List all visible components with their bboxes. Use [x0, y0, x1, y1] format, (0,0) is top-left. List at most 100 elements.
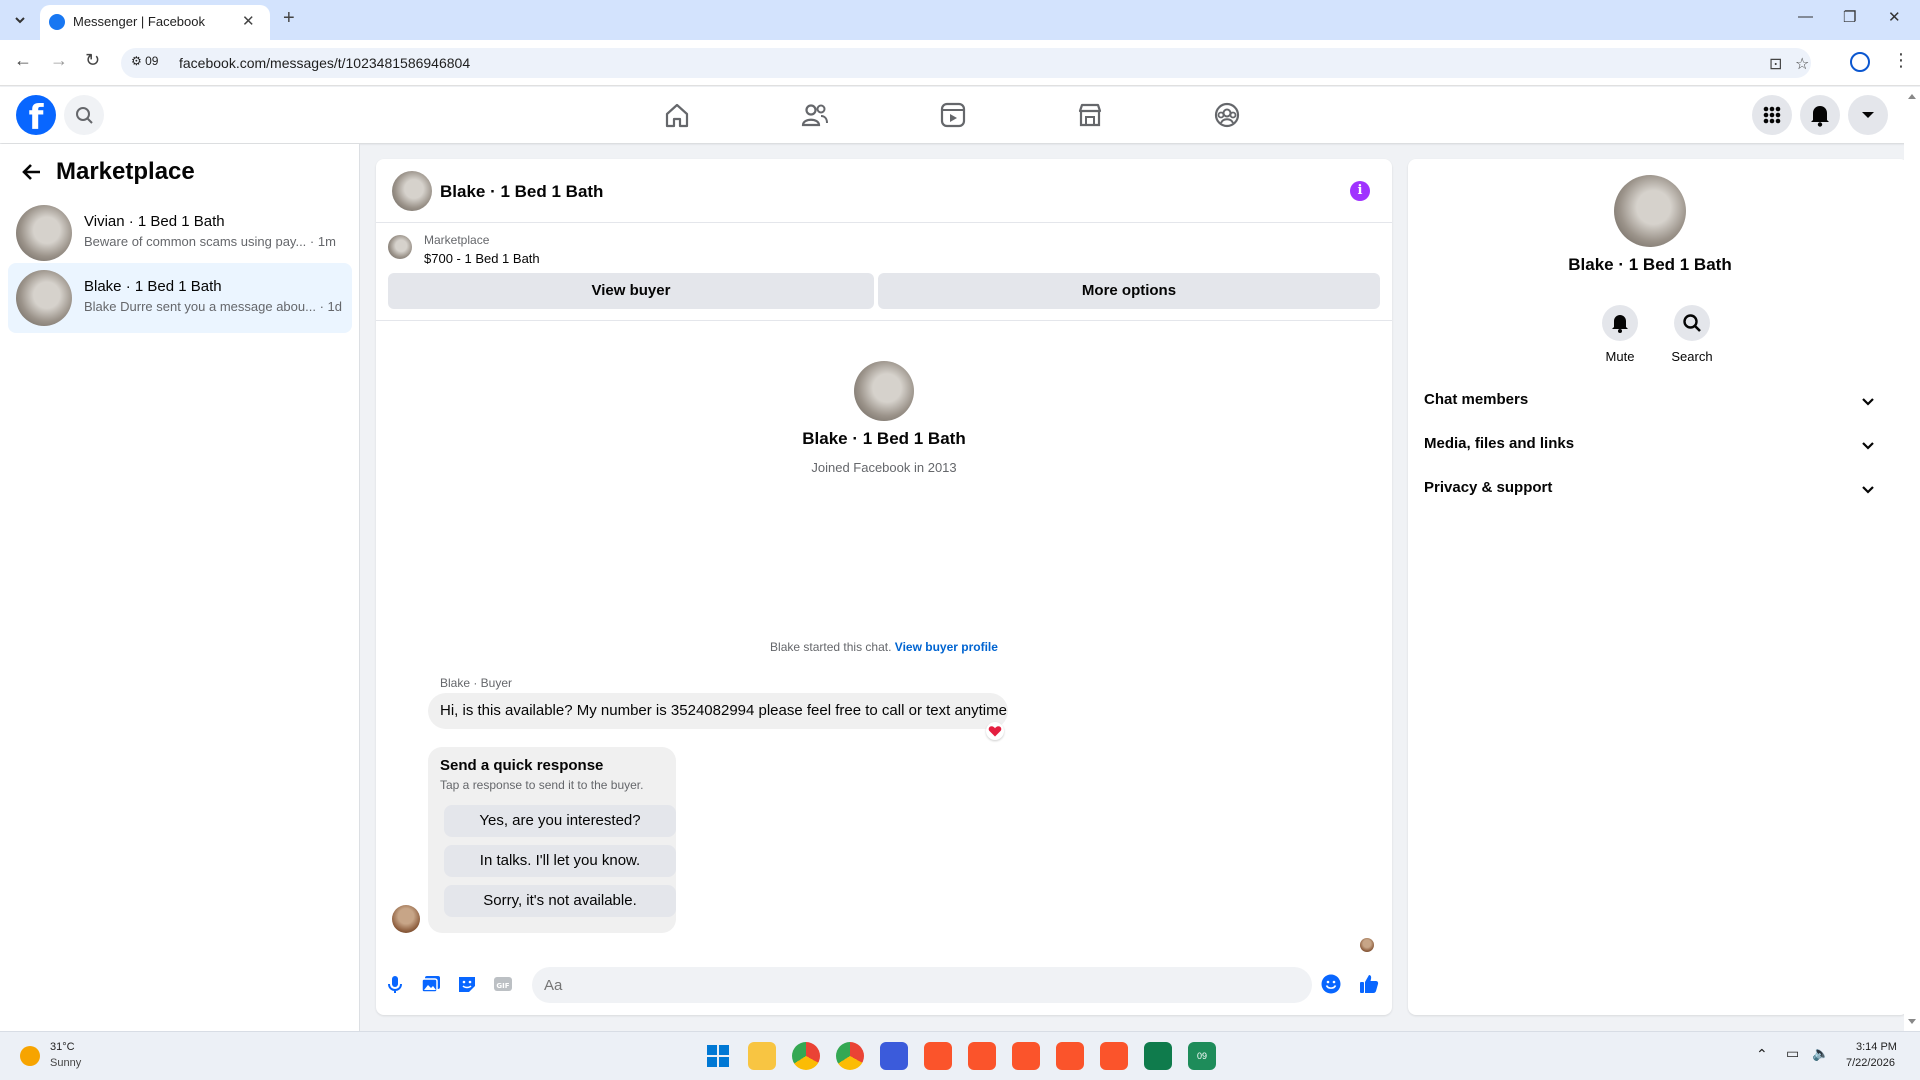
account-button[interactable]: [1848, 95, 1888, 135]
brave-icon[interactable]: [1056, 1042, 1084, 1070]
quick-response-button[interactable]: Yes, are you interested?: [444, 805, 676, 837]
brave-icon[interactable]: [1100, 1042, 1128, 1070]
windows-start-icon[interactable]: [704, 1042, 732, 1070]
search-conversation-button[interactable]: Search: [1662, 305, 1722, 364]
facebook-logo[interactable]: f: [16, 95, 56, 135]
sun-icon[interactable]: [20, 1046, 40, 1066]
scroll-down-icon[interactable]: [1904, 1013, 1920, 1029]
site-info-chip[interactable]: ⚙ 09: [131, 54, 158, 68]
sender-avatar[interactable]: [392, 905, 420, 933]
arrow-left-icon[interactable]: ←: [14, 50, 32, 71]
browser-tab[interactable]: Messenger | Facebook ✕: [40, 5, 270, 40]
section-privacy-support[interactable]: Privacy & support: [1424, 469, 1876, 509]
profile-name: Blake · 1 Bed 1 Bath: [802, 429, 966, 448]
kebab-icon[interactable]: ⋮: [1892, 50, 1910, 71]
chat-title[interactable]: Blake · 1 Bed 1 Bath: [440, 182, 603, 202]
nav-marketplace[interactable]: [1074, 99, 1106, 131]
address-bar[interactable]: ⚙ 09 facebook.com/messages/t/10234815869…: [121, 48, 1811, 78]
mute-label: Mute: [1605, 349, 1635, 364]
restore-icon[interactable]: ❐: [1843, 8, 1856, 26]
reload-icon[interactable]: ↻: [85, 50, 100, 71]
emoji-icon[interactable]: [1320, 973, 1342, 995]
install-icon[interactable]: ⊡: [1769, 54, 1782, 74]
browser-toolbar: ← → ↻ ⚙ 09 facebook.com/messages/t/10234…: [0, 40, 1920, 86]
scroll-up-icon[interactable]: [1904, 89, 1920, 105]
conversation-item-active[interactable]: Blake · 1 Bed 1 Bath Blake Durre sent yo…: [8, 263, 352, 333]
url-text[interactable]: facebook.com/messages/t/1023481586946804: [179, 55, 470, 71]
chrome-profile-icon[interactable]: [836, 1042, 864, 1070]
avatar[interactable]: [392, 171, 432, 211]
arrow-right-icon[interactable]: →: [50, 50, 68, 71]
nav-video[interactable]: [937, 99, 969, 131]
minimize-icon[interactable]: —: [1798, 8, 1813, 25]
mute-button[interactable]: Mute: [1590, 305, 1650, 364]
marketplace-listing-bar: Marketplace $700 - 1 Bed 1 Bath View buy…: [376, 223, 1392, 321]
clock-date[interactable]: 7/22/2026: [1846, 1057, 1895, 1069]
close-window-icon[interactable]: ✕: [1888, 8, 1901, 26]
site-info-label: 09: [145, 54, 159, 68]
quick-response-button[interactable]: Sorry, it's not available.: [444, 885, 676, 917]
network-icon[interactable]: ▭: [1786, 1045, 1799, 1062]
microphone-icon[interactable]: [384, 973, 406, 995]
arrow-left-icon[interactable]: [20, 160, 44, 191]
quick-response-subtitle: Tap a response to send it to the buyer.: [440, 778, 644, 792]
info-avatar[interactable]: [1614, 175, 1686, 247]
gif-icon[interactable]: GIF: [492, 973, 514, 995]
snippet-time: · 1d: [319, 299, 342, 314]
conversation-snippet: Blake Durre sent you a message abou... ·…: [84, 299, 344, 314]
volume-icon[interactable]: 🔈: [1812, 1045, 1829, 1062]
like-icon[interactable]: [1358, 973, 1380, 995]
info-icon[interactable]: i: [1350, 181, 1370, 201]
brave-icon[interactable]: [1012, 1042, 1040, 1070]
reaction-badge[interactable]: [986, 722, 1004, 740]
message-input[interactable]: [532, 967, 1312, 1003]
tab-search-button[interactable]: [10, 10, 30, 30]
profile-icon[interactable]: [1850, 52, 1870, 72]
file-explorer-icon[interactable]: [748, 1042, 776, 1070]
page-scrollbar[interactable]: [1904, 87, 1920, 1031]
fb-menu-button[interactable]: [1752, 95, 1792, 135]
brave-icon[interactable]: [968, 1042, 996, 1070]
weather-temp[interactable]: 31°C: [50, 1041, 75, 1053]
fb-search-button[interactable]: [64, 95, 104, 135]
sticker-icon[interactable]: [456, 973, 478, 995]
nav-home[interactable]: [661, 99, 693, 131]
chevron-down-icon: [1862, 398, 1874, 406]
message-composer: GIF: [376, 955, 1392, 1015]
profile-avatar[interactable]: [854, 361, 914, 421]
brave-icon[interactable]: [924, 1042, 952, 1070]
more-options-button[interactable]: More options: [878, 273, 1380, 309]
photo-icon[interactable]: [420, 973, 442, 995]
message-bubble[interactable]: Hi, is this available? My number is 3524…: [428, 693, 1008, 729]
section-label: Privacy & support: [1424, 479, 1553, 496]
star-icon[interactable]: ☆: [1795, 54, 1809, 74]
chrome-icon[interactable]: [792, 1042, 820, 1070]
listing-title: $700 - 1 Bed 1 Bath: [424, 251, 540, 266]
conversation-item[interactable]: Vivian · 1 Bed 1 Bath Beware of common s…: [8, 198, 352, 268]
notepad-icon[interactable]: [880, 1042, 908, 1070]
chevron-down-icon: [1862, 442, 1874, 450]
chevron-down-icon: [1862, 486, 1874, 494]
chat-started-note: Blake started this chat. View buyer prof…: [376, 640, 1392, 654]
active-app-icon[interactable]: 09: [1188, 1042, 1216, 1070]
section-media-files-links[interactable]: Media, files and links: [1424, 425, 1876, 465]
svg-text:GIF: GIF: [496, 982, 509, 990]
view-buyer-profile-link[interactable]: View buyer profile: [895, 640, 998, 654]
notifications-button[interactable]: [1800, 95, 1840, 135]
close-icon[interactable]: ✕: [242, 12, 255, 30]
weather-status[interactable]: Sunny: [50, 1057, 81, 1069]
app-icon[interactable]: [1144, 1042, 1172, 1070]
quick-response-button[interactable]: In talks. I'll let you know.: [444, 845, 676, 877]
conversation-list-panel: Marketplace Vivian · 1 Bed 1 Bath Beware…: [0, 144, 360, 1031]
view-buyer-button[interactable]: View buyer: [388, 273, 874, 309]
section-chat-members[interactable]: Chat members: [1424, 381, 1876, 421]
bell-icon: [1602, 305, 1638, 341]
caret-down-icon: [1862, 112, 1874, 118]
plus-icon[interactable]: +: [283, 7, 295, 30]
chevron-up-icon[interactable]: ⌃: [1756, 1046, 1768, 1063]
nav-groups[interactable]: [1211, 99, 1243, 131]
listing-thumbnail: [388, 235, 412, 259]
nav-friends[interactable]: [799, 99, 831, 131]
search-label: Search: [1671, 349, 1713, 364]
clock-time[interactable]: 3:14 PM: [1856, 1041, 1897, 1053]
